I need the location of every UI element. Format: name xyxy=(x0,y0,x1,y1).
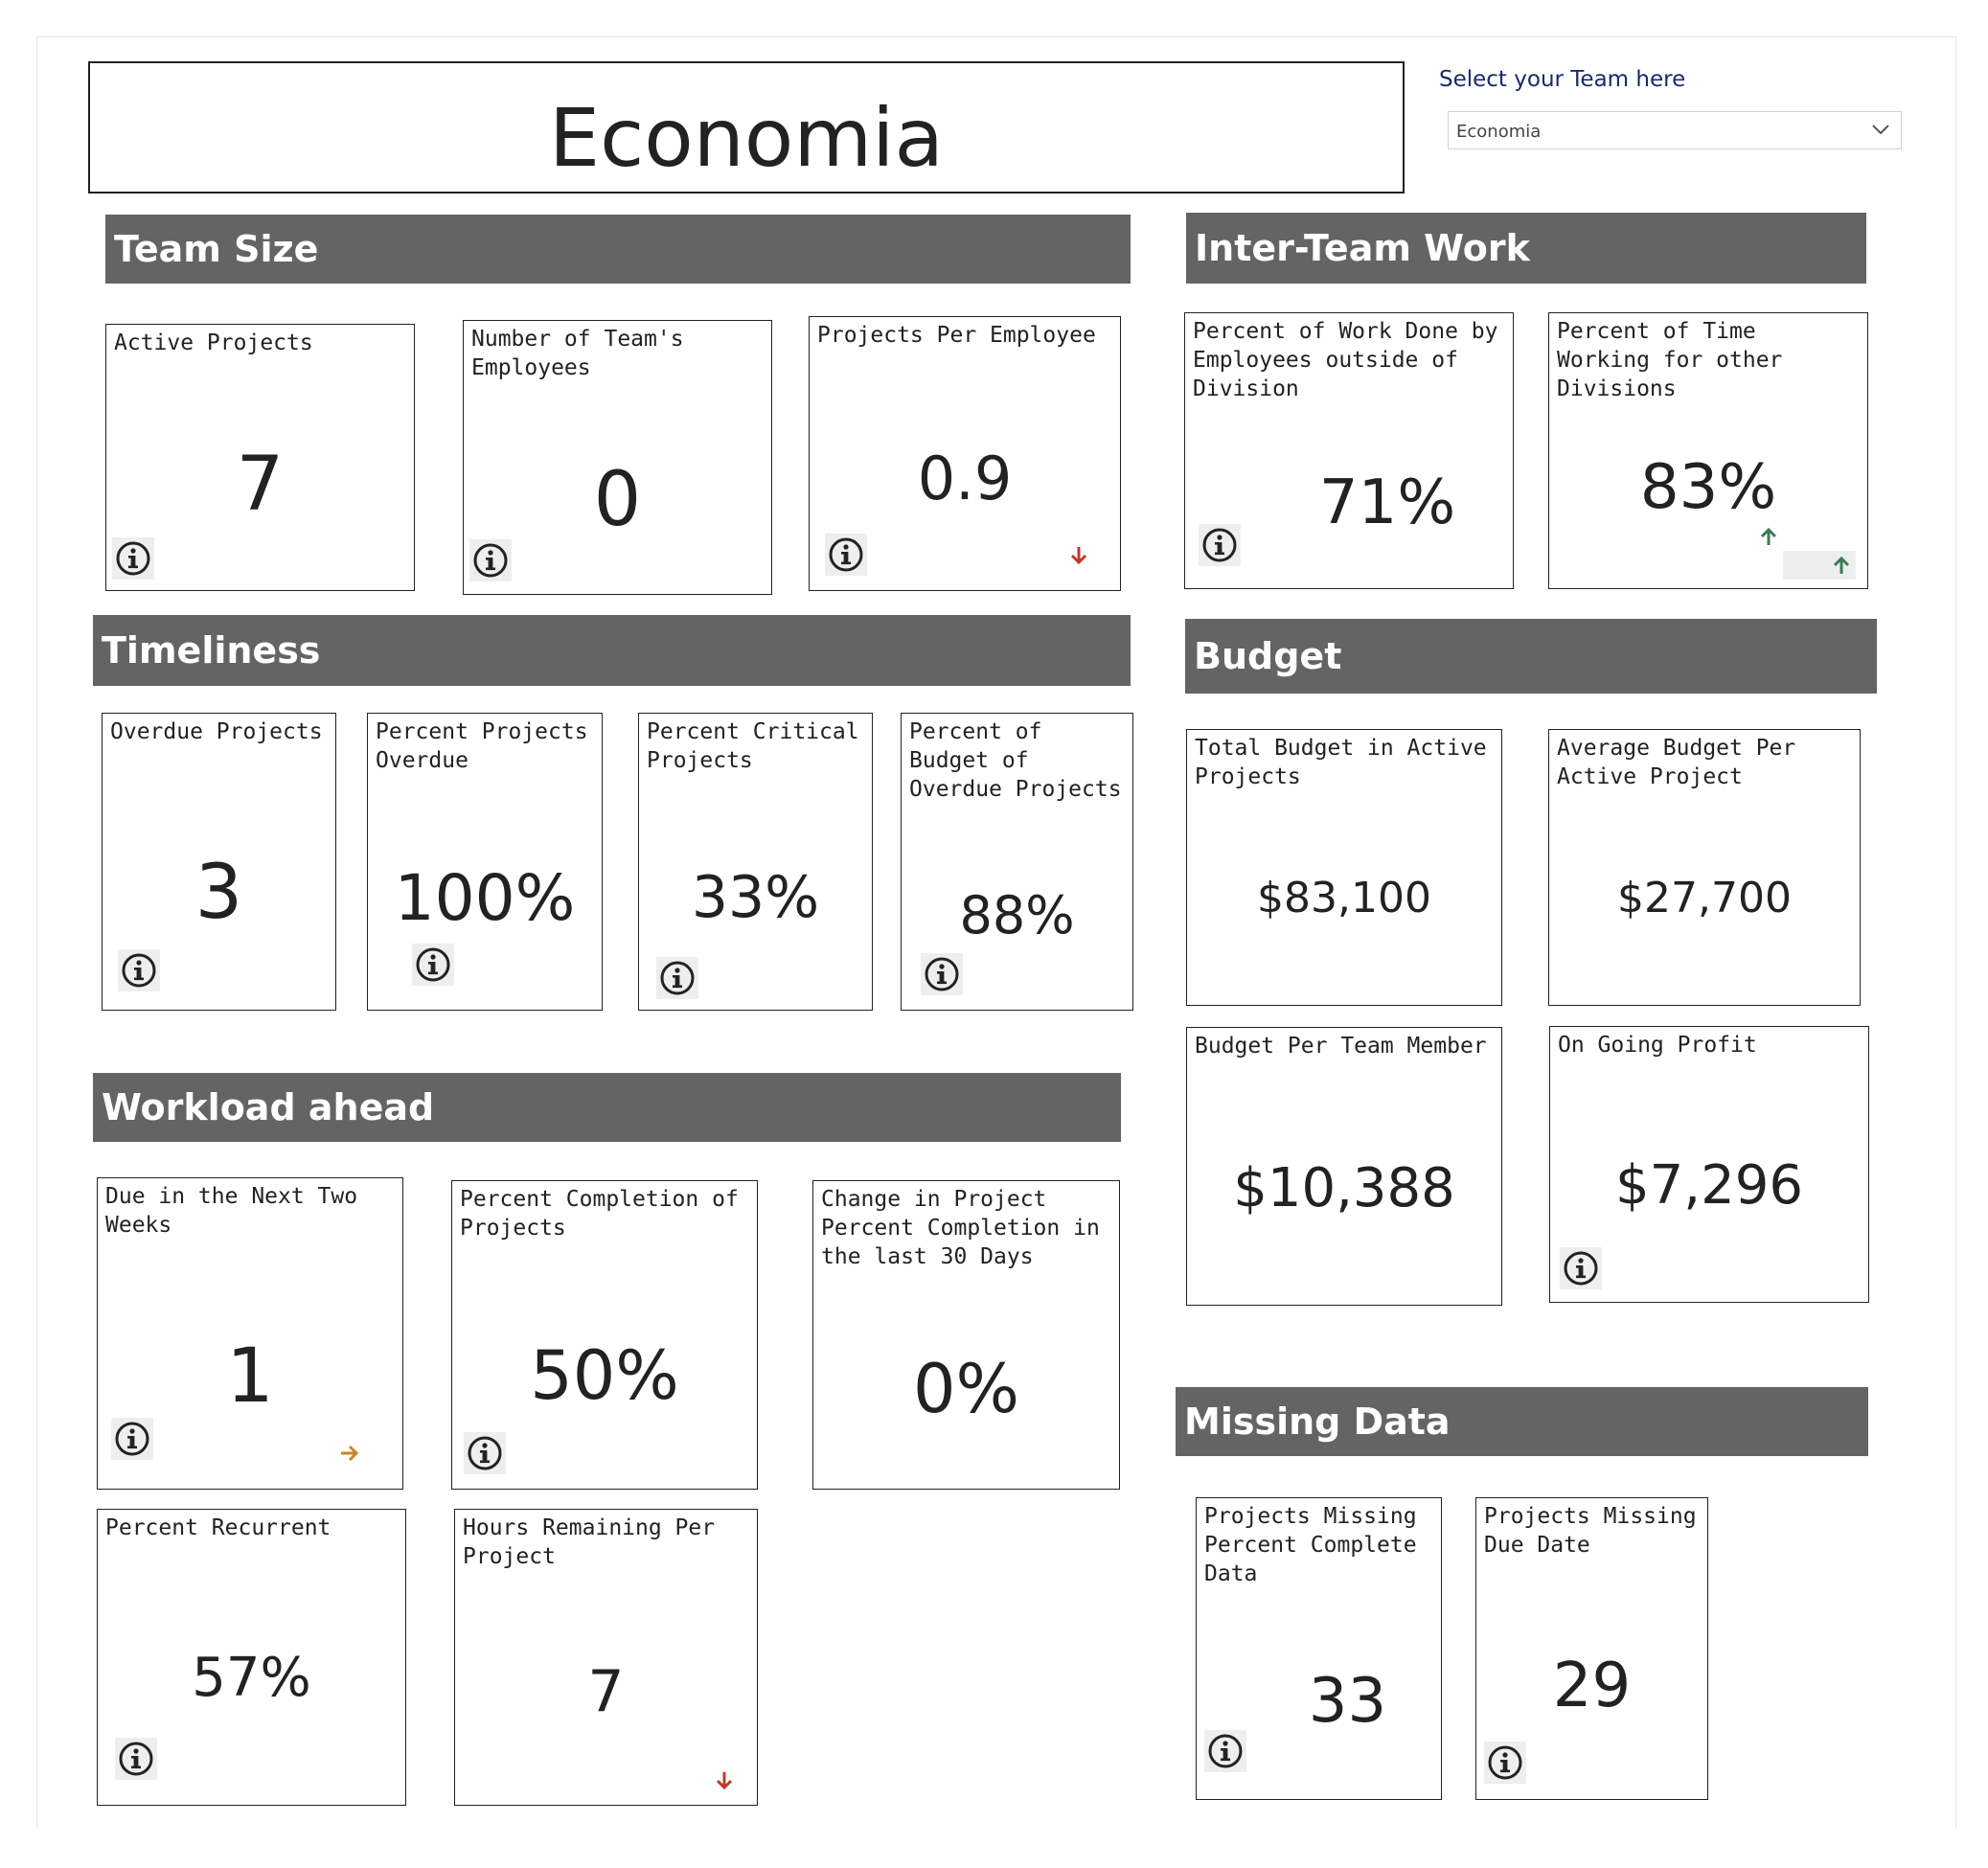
card-overdue-projects: Overdue Projects 3 xyxy=(102,713,336,1011)
card-title: On Going Profit xyxy=(1558,1033,1757,1058)
card-title: Projects Missing Due Date xyxy=(1484,1504,1697,1558)
card-title: Percent Completion of Projects xyxy=(460,1187,739,1241)
trend-down-arrow-icon xyxy=(1070,547,1087,565)
card-value: 100% xyxy=(394,861,576,935)
card-value: 57% xyxy=(192,1647,311,1709)
card-value: 33% xyxy=(691,864,820,931)
card-title: Percent Projects Overdue xyxy=(376,719,588,773)
info-icon[interactable] xyxy=(1204,1730,1246,1772)
card-title: Percent of Work Done by Employees outsid… xyxy=(1193,319,1498,401)
card-hours-remaining: Hours Remaining Per Project 7 xyxy=(454,1509,758,1806)
info-icon[interactable] xyxy=(111,1418,153,1460)
info-icon[interactable] xyxy=(921,953,963,995)
card-work-outside-division: Percent of Work Done by Employees outsid… xyxy=(1184,312,1514,589)
card-value: 7 xyxy=(587,1658,625,1725)
team-selector-value: Economia xyxy=(1456,122,1542,142)
card-title: Overdue Projects xyxy=(110,719,323,744)
card-title: Total Budget in Active Projects xyxy=(1195,736,1487,789)
card-title: Due in the Next Two Weeks xyxy=(105,1184,358,1238)
card-percent-critical: Percent Critical Projects 33% xyxy=(638,713,873,1011)
card-team-employees: Number of Team's Employees 0 xyxy=(463,320,772,595)
card-budget-overdue: Percent of Budget of Overdue Projects 88… xyxy=(901,713,1133,1011)
card-title: Projects Missing Percent Complete Data xyxy=(1204,1504,1417,1586)
card-value: $27,700 xyxy=(1617,874,1792,923)
card-value: 1 xyxy=(226,1333,274,1420)
card-projects-per-employee: Projects Per Employee 0.9 xyxy=(809,316,1121,591)
info-icon[interactable] xyxy=(656,957,698,999)
card-title: Active Projects xyxy=(114,330,313,355)
trend-up-arrow-icon xyxy=(1833,556,1850,574)
card-value: 3 xyxy=(194,850,243,936)
card-change-completion: Change in Project Percent Completion in … xyxy=(812,1180,1120,1490)
info-icon[interactable] xyxy=(1484,1742,1526,1784)
card-value: 7 xyxy=(236,442,285,528)
info-icon[interactable] xyxy=(1560,1247,1602,1289)
card-ongoing-profit: On Going Profit $7,296 xyxy=(1549,1026,1869,1303)
card-value: 88% xyxy=(959,885,1075,945)
info-icon[interactable] xyxy=(464,1432,506,1474)
section-missing-data: Missing Data xyxy=(1176,1387,1868,1456)
team-selector-label: Select your Team here xyxy=(1439,67,1686,92)
card-value: $10,388 xyxy=(1233,1157,1455,1219)
title-box: Economia xyxy=(88,61,1405,194)
card-due-two-weeks: Due in the Next Two Weeks 1 xyxy=(97,1177,403,1490)
trend-flat-arrow-icon xyxy=(341,1445,359,1462)
card-time-other-divisions: Percent of Time Working for other Divisi… xyxy=(1548,312,1868,589)
team-selector-dropdown[interactable]: Economia xyxy=(1448,111,1902,149)
card-percent-recurrent: Percent Recurrent 57% xyxy=(97,1509,406,1806)
info-icon[interactable] xyxy=(825,534,867,576)
card-title: Projects Per Employee xyxy=(817,323,1096,348)
card-value: $7,296 xyxy=(1615,1154,1803,1217)
card-value: $83,100 xyxy=(1257,874,1431,923)
card-value: 0.9 xyxy=(917,444,1013,513)
info-icon[interactable] xyxy=(115,1738,157,1780)
card-value: 29 xyxy=(1552,1651,1632,1721)
section-budget: Budget xyxy=(1185,619,1877,694)
card-title: Percent of Budget of Overdue Projects xyxy=(909,719,1122,802)
card-title: Percent of Time Working for other Divisi… xyxy=(1557,319,1783,401)
card-value: 33 xyxy=(1308,1666,1387,1737)
info-icon[interactable] xyxy=(412,944,454,986)
chevron-down-icon xyxy=(1872,125,1889,135)
info-icon[interactable] xyxy=(118,949,160,991)
card-value: 0% xyxy=(912,1350,1020,1428)
card-value: 83% xyxy=(1639,452,1777,523)
card-title: Average Budget Per Active Project xyxy=(1557,736,1796,789)
section-inter-team-work: Inter-Team Work xyxy=(1186,213,1866,284)
section-timeliness: Timeliness xyxy=(93,615,1131,686)
card-value: 71% xyxy=(1318,467,1456,538)
card-missing-percent-complete: Projects Missing Percent Complete Data 3… xyxy=(1196,1497,1442,1800)
page-title: Economia xyxy=(549,91,944,185)
card-title: Budget Per Team Member xyxy=(1195,1034,1487,1059)
section-team-size: Team Size xyxy=(105,215,1131,284)
info-icon[interactable] xyxy=(1199,524,1241,566)
card-missing-due-date: Projects Missing Due Date 29 xyxy=(1475,1497,1708,1800)
card-title: Percent Recurrent xyxy=(105,1515,331,1540)
card-budget-per-member: Budget Per Team Member $10,388 xyxy=(1186,1027,1502,1306)
card-average-budget: Average Budget Per Active Project $27,70… xyxy=(1548,729,1861,1006)
card-title: Change in Project Percent Completion in … xyxy=(821,1187,1100,1269)
section-workload-ahead: Workload ahead xyxy=(93,1073,1121,1142)
card-title: Percent Critical Projects xyxy=(647,719,859,773)
trend-down-arrow-icon xyxy=(716,1772,733,1790)
info-icon[interactable] xyxy=(469,539,512,581)
card-value: 0 xyxy=(593,457,642,543)
card-title: Number of Team's Employees xyxy=(471,327,684,380)
card-total-budget: Total Budget in Active Projects $83,100 xyxy=(1186,729,1502,1006)
info-icon[interactable] xyxy=(112,537,154,580)
trend-up-arrow-icon xyxy=(1760,527,1777,545)
card-percent-completion: Percent Completion of Projects 50% xyxy=(451,1180,758,1490)
card-title: Hours Remaining Per Project xyxy=(463,1515,716,1569)
card-value: 50% xyxy=(530,1336,679,1415)
card-active-projects: Active Projects 7 xyxy=(105,324,415,591)
card-percent-overdue: Percent Projects Overdue 100% xyxy=(367,713,603,1011)
